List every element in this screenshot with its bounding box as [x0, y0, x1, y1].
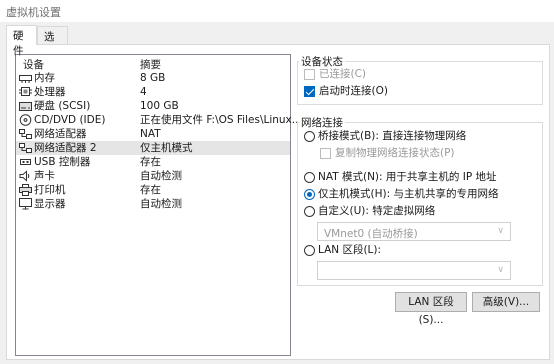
- device-summary: 存在: [140, 184, 161, 196]
- device-summary: 存在: [140, 156, 161, 168]
- bridged-radio[interactable]: [304, 131, 315, 142]
- lan-segments-button[interactable]: LAN 区段(S)...: [395, 292, 467, 326]
- device-row-network-adapter-2[interactable]: 网络适配器 2 仅主机模式: [16, 141, 290, 155]
- bridged-label: 桥接模式(B): 直接连接物理网络: [318, 130, 467, 142]
- device-name: 网络适配器 2: [34, 142, 97, 154]
- sound-card-icon: [19, 170, 30, 182]
- network-adapter-icon: [19, 129, 32, 139]
- lan-segment-radio[interactable]: [304, 245, 315, 256]
- custom-network-value: VMnet0 (自动桥接): [324, 228, 418, 240]
- device-summary: 仅主机模式: [140, 142, 193, 154]
- chevron-down-icon: ∨: [497, 265, 504, 275]
- memory-icon: [19, 75, 32, 83]
- device-name: 硬盘 (SCSI): [34, 100, 91, 112]
- lan-segment-select[interactable]: ∨: [317, 261, 511, 280]
- device-row-memory[interactable]: 内存 8 GB: [16, 71, 290, 85]
- device-name: 显示器: [34, 198, 66, 210]
- usb-icon: [20, 159, 31, 165]
- custom-network-select[interactable]: VMnet0 (自动桥接) ∨: [317, 222, 511, 241]
- tab-hardware-label: 硬件: [13, 30, 24, 57]
- advanced-button[interactable]: 高级(V)...: [472, 292, 540, 312]
- replicate-state-checkbox[interactable]: [320, 148, 332, 160]
- cd-dvd-icon: [19, 114, 32, 126]
- connected-label: 已连接(C): [319, 68, 367, 80]
- device-summary: 4: [140, 86, 147, 98]
- checkmark-icon: [304, 86, 315, 97]
- tab-hardware[interactable]: 硬件: [6, 25, 37, 57]
- device-summary: 100 GB: [140, 100, 179, 112]
- device-row-processor[interactable]: 处理器 4: [16, 85, 290, 99]
- network-adapter-icon: [19, 143, 32, 153]
- device-row-printer[interactable]: 打印机 存在: [16, 183, 290, 197]
- device-name: 打印机: [34, 184, 66, 196]
- custom-radio[interactable]: [304, 206, 315, 217]
- lan-segment-label: LAN 区段(L):: [318, 244, 382, 256]
- device-summary: NAT: [140, 128, 161, 140]
- device-row-hard-disk[interactable]: 硬盘 (SCSI) 100 GB: [16, 99, 290, 113]
- network-connection-title: 网络连接: [299, 115, 345, 130]
- advanced-button-label: 高级(V)...: [482, 296, 530, 308]
- column-header-summary[interactable]: 摘要: [140, 57, 161, 72]
- device-status-title: 设备状态: [299, 54, 345, 69]
- device-name: CD/DVD (IDE): [34, 114, 106, 126]
- connect-at-power-on-label: 启动时连接(O): [319, 85, 388, 97]
- device-name: 内存: [34, 72, 55, 84]
- device-row-cd-dvd[interactable]: CD/DVD (IDE) 正在使用文件 F:\OS Files\Linux...: [16, 113, 302, 127]
- host-only-label: 仅主机模式(H): 与主机共享的专用网络: [318, 188, 499, 200]
- device-summary: 8 GB: [140, 72, 166, 84]
- tab-options[interactable]: 选项: [37, 26, 68, 58]
- column-header-device[interactable]: 设备: [23, 57, 44, 72]
- connected-checkbox[interactable]: [304, 69, 316, 81]
- device-summary: 正在使用文件 F:\OS Files\Linux...: [140, 114, 302, 126]
- nat-label: NAT 模式(N): 用于共享主机的 IP 地址: [318, 171, 497, 183]
- chevron-down-icon: ∨: [497, 226, 504, 236]
- device-name: 声卡: [34, 170, 55, 182]
- device-summary: 自动检测: [140, 170, 182, 182]
- hard-disk-icon: [19, 102, 32, 111]
- device-row-display[interactable]: 显示器 自动检测: [16, 197, 290, 211]
- device-summary: 自动检测: [140, 198, 182, 210]
- device-name: USB 控制器: [34, 156, 91, 168]
- processor-icon: [19, 87, 32, 96]
- device-name: 网络适配器: [34, 128, 87, 140]
- replicate-state-label: 复制物理网络连接状态(P): [335, 147, 455, 159]
- device-name: 处理器: [34, 86, 66, 98]
- nat-radio[interactable]: [304, 172, 315, 183]
- connect-at-power-on-checkbox[interactable]: [304, 86, 316, 98]
- display-icon: [19, 198, 32, 210]
- host-only-radio[interactable]: [304, 189, 315, 200]
- custom-label: 自定义(U): 特定虚拟网络: [318, 205, 436, 217]
- connected-checkbox-box: [304, 69, 315, 80]
- device-row-network-adapter[interactable]: 网络适配器 NAT: [16, 127, 290, 141]
- device-row-sound-card[interactable]: 声卡 自动检测: [16, 169, 290, 183]
- printer-icon: [19, 184, 32, 196]
- replicate-state-checkbox-box: [320, 148, 331, 159]
- window-title: 虚拟机设置: [6, 6, 61, 19]
- device-row-usb-controller[interactable]: USB 控制器 存在: [16, 155, 290, 169]
- title-bar: 虚拟机设置: [0, 0, 554, 22]
